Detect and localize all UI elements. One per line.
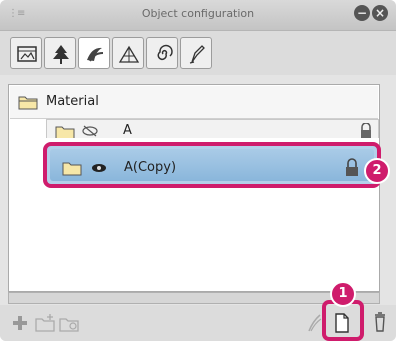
material-tree: Material A A(Copy) xyxy=(8,84,381,292)
tree-row-material[interactable]: Material xyxy=(10,86,378,119)
title-bar[interactable]: ⋮≡ Object configuration − × xyxy=(0,0,396,31)
brush-stroke-icon xyxy=(87,47,104,62)
folder-icon xyxy=(18,96,38,110)
tool-tabs xyxy=(0,31,396,75)
tree-label-material: Material xyxy=(46,94,99,109)
folder-icon xyxy=(55,126,75,138)
tab-canvas-frame[interactable] xyxy=(10,37,42,69)
tab-pen-tip[interactable] xyxy=(180,37,212,69)
lock-icon[interactable] xyxy=(359,123,373,138)
eye-hidden-icon[interactable] xyxy=(81,124,99,138)
tree-label-a-copy: A(Copy) xyxy=(124,160,177,175)
add-icon[interactable] xyxy=(12,315,28,331)
tab-perspective[interactable] xyxy=(112,37,144,69)
tree-row-a[interactable]: A xyxy=(46,119,379,138)
tab-tree[interactable] xyxy=(44,37,76,69)
object-configuration-panel: ⋮≡ Object configuration − × Material A A… xyxy=(0,0,396,341)
perspective-icon xyxy=(118,45,140,63)
minimize-button[interactable]: − xyxy=(354,5,370,21)
brush-settings-icon[interactable] xyxy=(306,313,322,333)
trash-icon[interactable] xyxy=(372,311,388,333)
lock-icon[interactable] xyxy=(344,158,360,178)
tree-icon xyxy=(53,45,69,64)
tree-label-a: A xyxy=(123,123,132,138)
panel-title: Object configuration xyxy=(141,7,255,20)
new-folder-icon[interactable] xyxy=(34,313,56,333)
spiral-icon xyxy=(157,44,173,61)
canvas-frame-icon xyxy=(17,46,37,62)
callout-badge-2: 2 xyxy=(364,158,390,184)
open-folder-icon[interactable] xyxy=(58,313,80,333)
close-button[interactable]: × xyxy=(372,5,388,21)
tree-row-a-copy[interactable]: A(Copy) xyxy=(43,142,381,188)
eye-icon[interactable] xyxy=(90,162,108,174)
tab-brush-stroke[interactable] xyxy=(78,37,110,69)
callout-badge-1: 1 xyxy=(330,281,356,307)
folder-icon xyxy=(62,162,82,176)
pen-tip-icon xyxy=(189,45,205,64)
selection-highlight: A(Copy) xyxy=(50,149,374,181)
tab-spiral[interactable] xyxy=(146,37,178,69)
